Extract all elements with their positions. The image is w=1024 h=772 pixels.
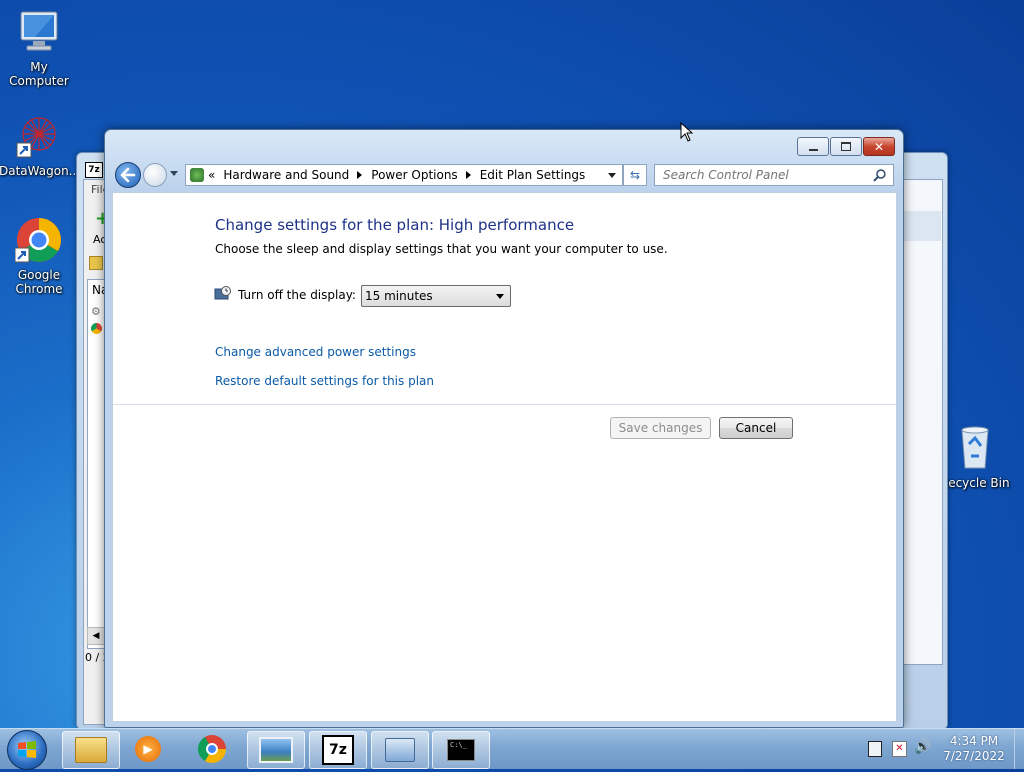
page-subtitle: Choose the sleep and display settings th… bbox=[215, 242, 668, 256]
taskbar-image-viewer[interactable] bbox=[247, 731, 305, 769]
control-panel-icon bbox=[190, 168, 204, 182]
close-icon: ✕ bbox=[873, 139, 885, 154]
menu-file-fragment[interactable]: File bbox=[91, 183, 105, 196]
chrome-small-icon bbox=[91, 323, 102, 334]
divider bbox=[113, 404, 896, 405]
address-bar[interactable]: « Hardware and Sound Power Options Edit … bbox=[185, 164, 623, 186]
address-dropdown-icon[interactable] bbox=[608, 173, 616, 178]
control-panel-window[interactable]: ✕ « Hardware and Sound Power Options Edi… bbox=[104, 129, 904, 728]
taskbar-7zip[interactable]: 7z bbox=[309, 731, 367, 769]
desktop-icon-my-computer[interactable]: My Computer bbox=[0, 8, 79, 88]
back-arrow-icon bbox=[120, 167, 136, 183]
restore-default-settings-link[interactable]: Restore default settings for this plan bbox=[215, 374, 434, 388]
content-pane: Change settings for the plan: High perfo… bbox=[112, 192, 897, 722]
monitor-clock-icon bbox=[214, 286, 231, 300]
desktop-icon-label: My Computer bbox=[9, 60, 69, 88]
7zip-icon: 7z bbox=[322, 735, 354, 765]
action-center-flag-icon[interactable]: ✕ bbox=[892, 741, 907, 757]
maximize-button[interactable] bbox=[830, 137, 862, 156]
forward-button[interactable] bbox=[143, 163, 167, 187]
media-player-icon: ▶ bbox=[135, 736, 161, 762]
status-fragment: 0 / 2 bbox=[85, 651, 105, 664]
back-button[interactable] bbox=[115, 162, 141, 188]
recent-pages-chevron-icon[interactable] bbox=[170, 171, 178, 176]
breadcrumb-separator-icon[interactable] bbox=[465, 171, 471, 179]
save-changes-button[interactable]: Save changes bbox=[610, 417, 711, 439]
scroll-left-button[interactable]: ◀ bbox=[87, 627, 105, 645]
close-button[interactable]: ✕ bbox=[863, 137, 895, 156]
chevron-down-icon bbox=[496, 294, 504, 299]
breadcrumb-power-options[interactable]: Power Options bbox=[371, 168, 457, 182]
control-panel-icon bbox=[385, 738, 415, 762]
refresh-icon: ⇆ bbox=[629, 168, 641, 182]
mouse-cursor-icon bbox=[680, 122, 694, 142]
folder-icon bbox=[75, 737, 107, 763]
clock-date: 7/27/2022 bbox=[943, 749, 1005, 763]
chrome-icon bbox=[198, 735, 226, 763]
taskbar-command-prompt[interactable]: C:\_ bbox=[432, 731, 490, 769]
desktop-icon-datawagon[interactable]: DataWagon... bbox=[0, 112, 81, 178]
search-box[interactable] bbox=[654, 164, 894, 186]
cancel-button[interactable]: Cancel bbox=[719, 417, 793, 439]
taskbar-chrome[interactable] bbox=[184, 731, 240, 767]
command-prompt-icon: C:\_ bbox=[447, 739, 475, 761]
image-viewer-icon bbox=[259, 737, 293, 763]
breadcrumb-overflow[interactable]: « bbox=[208, 168, 215, 182]
start-button[interactable] bbox=[7, 730, 47, 770]
minimize-button[interactable] bbox=[797, 137, 829, 156]
clock-time: 4:34 PM bbox=[949, 734, 999, 748]
taskbar: ▶ 7z C:\_ ✕ 🔊 4:34 PM 7/27/2022 bbox=[0, 728, 1024, 770]
breadcrumb-separator-icon[interactable] bbox=[357, 171, 363, 179]
windows-logo-icon bbox=[18, 741, 36, 758]
chrome-icon bbox=[14, 216, 63, 264]
gear-icon: ⚙ bbox=[91, 305, 101, 318]
maximize-icon bbox=[841, 142, 851, 151]
minimize-icon bbox=[808, 148, 818, 151]
volume-icon[interactable]: 🔊 bbox=[914, 739, 931, 755]
desktop-icon-label: Google Chrome bbox=[15, 268, 63, 296]
display-timeout-value: 15 minutes bbox=[365, 289, 433, 303]
refresh-button[interactable]: ⇆ bbox=[623, 164, 647, 186]
computer-icon bbox=[15, 8, 63, 56]
page-title: Change settings for the plan: High perfo… bbox=[215, 216, 575, 234]
display-timeout-label: Turn off the display: bbox=[238, 288, 356, 302]
clock[interactable]: 4:34 PM 7/27/2022 bbox=[938, 734, 1010, 764]
recycle-bin-icon bbox=[951, 424, 999, 472]
7zip-title-icon: 7z bbox=[85, 162, 103, 178]
taskbar-explorer[interactable] bbox=[62, 731, 120, 769]
network-icon[interactable] bbox=[868, 741, 882, 757]
desktop-icon-label: DataWagon... bbox=[0, 164, 81, 178]
taskbar-media-player[interactable]: ▶ bbox=[120, 731, 176, 767]
display-timeout-select[interactable]: 15 minutes bbox=[361, 285, 511, 307]
change-advanced-power-settings-link[interactable]: Change advanced power settings bbox=[215, 345, 416, 359]
taskbar-control-panel[interactable] bbox=[371, 731, 429, 769]
show-desktop-button[interactable] bbox=[1014, 729, 1024, 769]
datawagon-icon bbox=[15, 112, 63, 160]
folder-up-icon[interactable] bbox=[89, 256, 103, 270]
search-input[interactable] bbox=[661, 167, 874, 183]
desktop-icon-google-chrome[interactable]: Google Chrome bbox=[0, 216, 79, 296]
breadcrumb-hardware-and-sound[interactable]: Hardware and Sound bbox=[223, 168, 349, 182]
breadcrumb-edit-plan-settings[interactable]: Edit Plan Settings bbox=[480, 168, 586, 182]
search-icon[interactable] bbox=[873, 168, 887, 182]
